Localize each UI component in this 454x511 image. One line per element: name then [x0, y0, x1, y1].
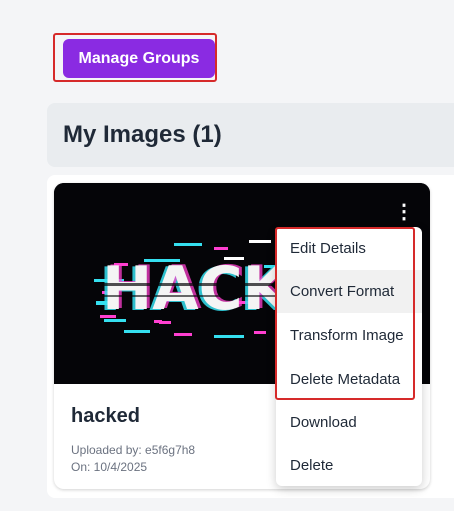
uploaded-by-text: Uploaded by: e5f6g7h8 [71, 443, 196, 457]
section-header: My Images (1) [47, 103, 454, 167]
image-options-menu: Edit Details Convert Format Transform Im… [276, 227, 422, 486]
image-title: hacked [71, 405, 140, 427]
page: Manage Groups My Images (1) HACK HACK HA… [0, 0, 454, 511]
menu-item-transform-image[interactable]: Transform Image [276, 314, 422, 357]
more-options-icon[interactable]: ⋮ [394, 199, 414, 225]
section-title: My Images (1) [63, 121, 222, 148]
menu-item-edit-details[interactable]: Edit Details [276, 227, 422, 270]
menu-item-delete-metadata[interactable]: Delete Metadata [276, 358, 422, 401]
highlight-box-manage-groups [53, 33, 217, 82]
menu-item-convert-format[interactable]: Convert Format [276, 270, 422, 313]
glitch-text-main: HACK [102, 254, 292, 324]
upload-date-text: On: 10/4/2025 [71, 460, 148, 474]
menu-item-download[interactable]: Download [276, 401, 422, 444]
menu-item-delete[interactable]: Delete [276, 444, 422, 487]
